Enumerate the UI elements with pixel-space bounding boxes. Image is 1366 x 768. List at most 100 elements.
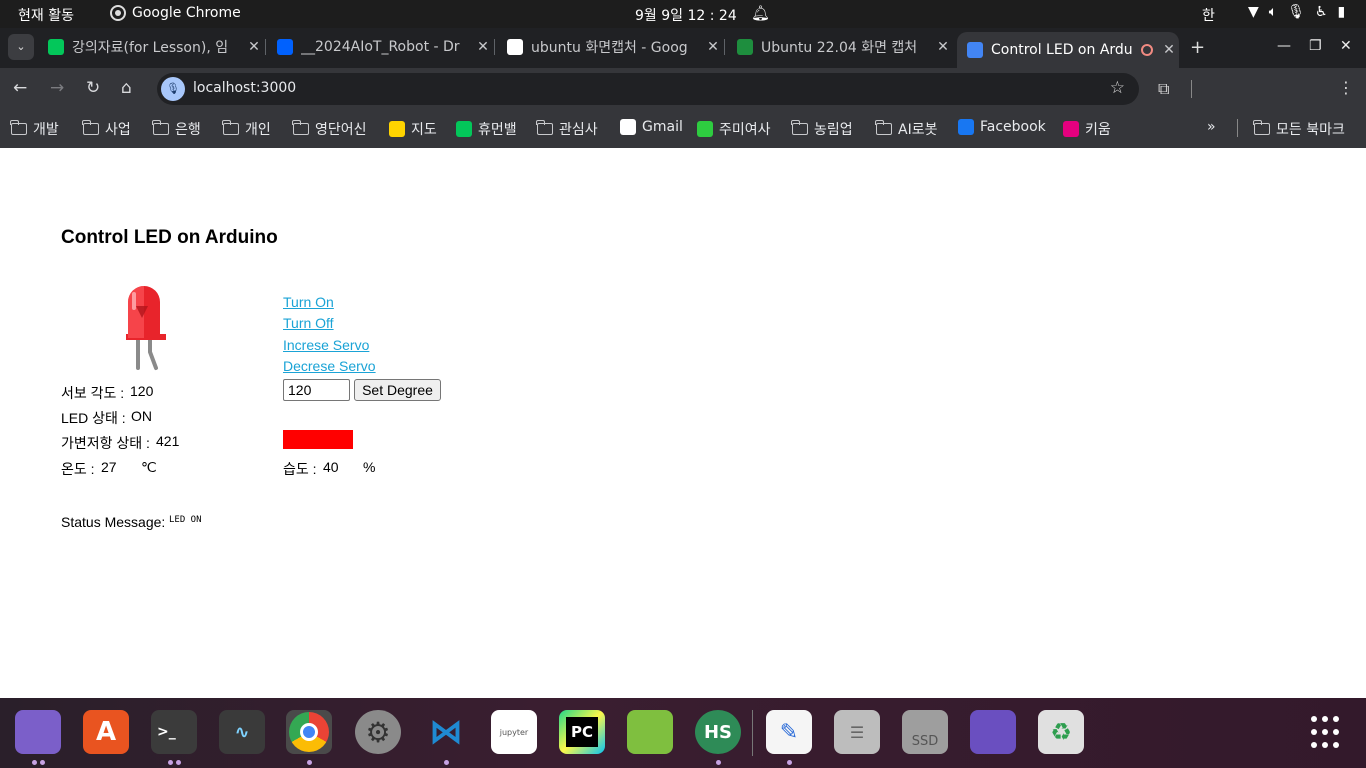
dock	[0, 698, 1366, 768]
tab-search-button[interactable]: ⌄	[8, 34, 34, 60]
google-icon	[620, 119, 636, 135]
system-top-bar: 현재 활동 Google Chrome 9월 9일 12 : 24 🔔︎ 한 ▼…	[0, 0, 1366, 28]
files-icon[interactable]	[15, 710, 61, 754]
led-status-value: ON	[131, 408, 152, 424]
jupyter-icon[interactable]: jupyter	[491, 710, 537, 754]
app-center-icon[interactable]: A	[83, 710, 129, 754]
bookmark-label: Facebook	[980, 119, 1046, 135]
bookmark-item[interactable]: 관심사	[536, 119, 598, 139]
running-indicator	[787, 760, 792, 765]
bookmark-item[interactable]: 휴먼밸	[456, 119, 517, 139]
bookmark-star-icon[interactable]: ☆	[1110, 78, 1125, 98]
bookmark-item[interactable]: 주미여사	[697, 119, 771, 139]
settings-icon[interactable]: ⚙	[355, 710, 401, 754]
text-editor-icon[interactable]: ✎	[766, 710, 812, 754]
turn-off-link[interactable]: Turn Off	[283, 315, 334, 331]
set-degree-button[interactable]: Set Degree	[354, 379, 441, 401]
forward-button[interactable]: →	[50, 78, 64, 98]
bookmark-label: 지도	[411, 122, 437, 138]
tab-title: Ubuntu 22.04 화면 캡처	[761, 40, 918, 56]
system-tray[interactable]: ▼ 🔈︎ 🎙︎ ♿︎ ▮	[1248, 4, 1345, 20]
clock[interactable]: 9월 9일 12 : 24	[635, 5, 737, 25]
new-tab-button[interactable]: +	[1190, 37, 1205, 58]
hs-icon[interactable]: HS	[695, 710, 741, 754]
trash-icon[interactable]: ♻	[1038, 710, 1084, 754]
site-info-icon[interactable]: 🎙︎	[161, 77, 185, 101]
close-tab-icon[interactable]: ✕	[1159, 42, 1179, 58]
home-icon[interactable]: ⌂	[121, 78, 132, 98]
map-pin-icon	[389, 121, 405, 137]
folder-icon[interactable]	[970, 710, 1016, 754]
bookmark-label: 사업	[105, 122, 131, 138]
maximize-button[interactable]: ❐	[1309, 38, 1322, 54]
app-menu[interactable]: Google Chrome	[110, 5, 241, 21]
bookmark-item[interactable]: 개발	[10, 119, 59, 139]
ssd-icon[interactable]: SSD	[902, 710, 948, 754]
google-icon	[507, 39, 523, 55]
tab-title: ubuntu 화면캡처 - Goog	[531, 40, 688, 56]
input-method-indicator[interactable]: 한	[1202, 5, 1215, 25]
degree-input[interactable]	[283, 379, 350, 401]
web-page: Control LED on Arduino Turn On Turn Off …	[0, 148, 1366, 698]
folder-icon	[536, 120, 553, 135]
facebook-icon	[958, 119, 974, 135]
tab-divider	[724, 39, 725, 55]
app-name: Google Chrome	[132, 5, 241, 21]
close-window-button[interactable]: ✕	[1340, 38, 1352, 54]
browser-tab[interactable]: 강의자료(for Lesson), 임 ✕	[38, 31, 266, 63]
bookmark-label: 은행	[175, 122, 201, 138]
bookmark-item[interactable]: Facebook	[958, 119, 1046, 135]
minimize-button[interactable]: —	[1277, 38, 1291, 54]
running-indicator	[40, 760, 45, 765]
status-message-label: Status Message:	[61, 514, 170, 530]
page-title: Control LED on Arduino	[61, 227, 278, 248]
close-tab-icon[interactable]: ✕	[933, 39, 953, 55]
bookmark-item[interactable]: 은행	[152, 119, 201, 139]
browser-tab[interactable]: Ubuntu 22.04 화면 캡처 ✕	[727, 31, 953, 63]
arduino-ide-icon[interactable]	[627, 710, 673, 754]
bookmark-item[interactable]: 영단어신	[292, 119, 367, 139]
system-monitor-icon[interactable]: ∿	[219, 710, 265, 754]
temperature-value: 27	[101, 459, 117, 475]
kiwoom-icon	[1063, 121, 1079, 137]
decrease-servo-link[interactable]: Decrese Servo	[283, 358, 376, 374]
bookmark-label: 주미여사	[719, 122, 771, 138]
recording-icon	[1141, 44, 1153, 56]
address-bar[interactable]: 🎙︎ localhost:3000 ☆	[157, 73, 1139, 105]
browser-tab[interactable]: ubuntu 화면캡처 - Goog ✕	[497, 31, 725, 63]
terminal-icon[interactable]: >_	[151, 710, 197, 754]
vscode-icon[interactable]: ⋈	[423, 710, 469, 754]
bookmark-item[interactable]: 키움	[1063, 119, 1111, 139]
humidity-unit: %	[363, 459, 376, 475]
show-apps-button[interactable]	[1311, 716, 1345, 750]
bookmark-item[interactable]: Gmail	[620, 119, 683, 135]
globe-icon	[967, 42, 983, 58]
activities-button[interactable]: 현재 활동	[18, 5, 74, 25]
all-bookmarks-folder[interactable]: 모든 북마크	[1253, 119, 1345, 139]
more-bookmarks-button[interactable]: »	[1207, 119, 1216, 135]
close-tab-icon[interactable]: ✕	[473, 39, 493, 55]
tab-title: Control LED on Ardu	[991, 42, 1133, 58]
bookmark-item[interactable]: 지도	[389, 119, 437, 139]
bookmark-item[interactable]: 사업	[82, 119, 131, 139]
increase-servo-link[interactable]: Increse Servo	[283, 337, 369, 353]
browser-tab[interactable]: __2024AIoT_Robot - Dr ✕	[267, 31, 495, 63]
extensions-icon[interactable]: ⧉	[1158, 79, 1169, 99]
temperature-unit: ℃	[141, 459, 157, 475]
notification-bell-icon[interactable]: 🔔︎	[751, 4, 770, 22]
turn-on-link[interactable]: Turn On	[283, 294, 334, 310]
bookmark-item[interactable]: AI로봇	[875, 119, 937, 139]
url-text[interactable]: localhost:3000	[193, 80, 296, 96]
chrome-menu-icon[interactable]: ⋮	[1338, 78, 1354, 97]
back-button[interactable]: ←	[13, 78, 27, 98]
pycharm-icon[interactable]: PC	[559, 710, 605, 754]
close-tab-icon[interactable]: ✕	[703, 39, 723, 55]
browser-tab[interactable]: Control LED on Ardu ✕	[957, 32, 1179, 68]
close-tab-icon[interactable]: ✕	[244, 39, 264, 55]
bookmark-item[interactable]: 농림업	[791, 119, 853, 139]
bookmark-item[interactable]: 개인	[222, 119, 271, 139]
server-icon[interactable]: ☰	[834, 710, 880, 754]
reload-button[interactable]: ↻	[86, 78, 100, 98]
chrome-icon[interactable]	[286, 710, 332, 754]
tab-title: 강의자료(for Lesson), 임	[72, 40, 229, 56]
